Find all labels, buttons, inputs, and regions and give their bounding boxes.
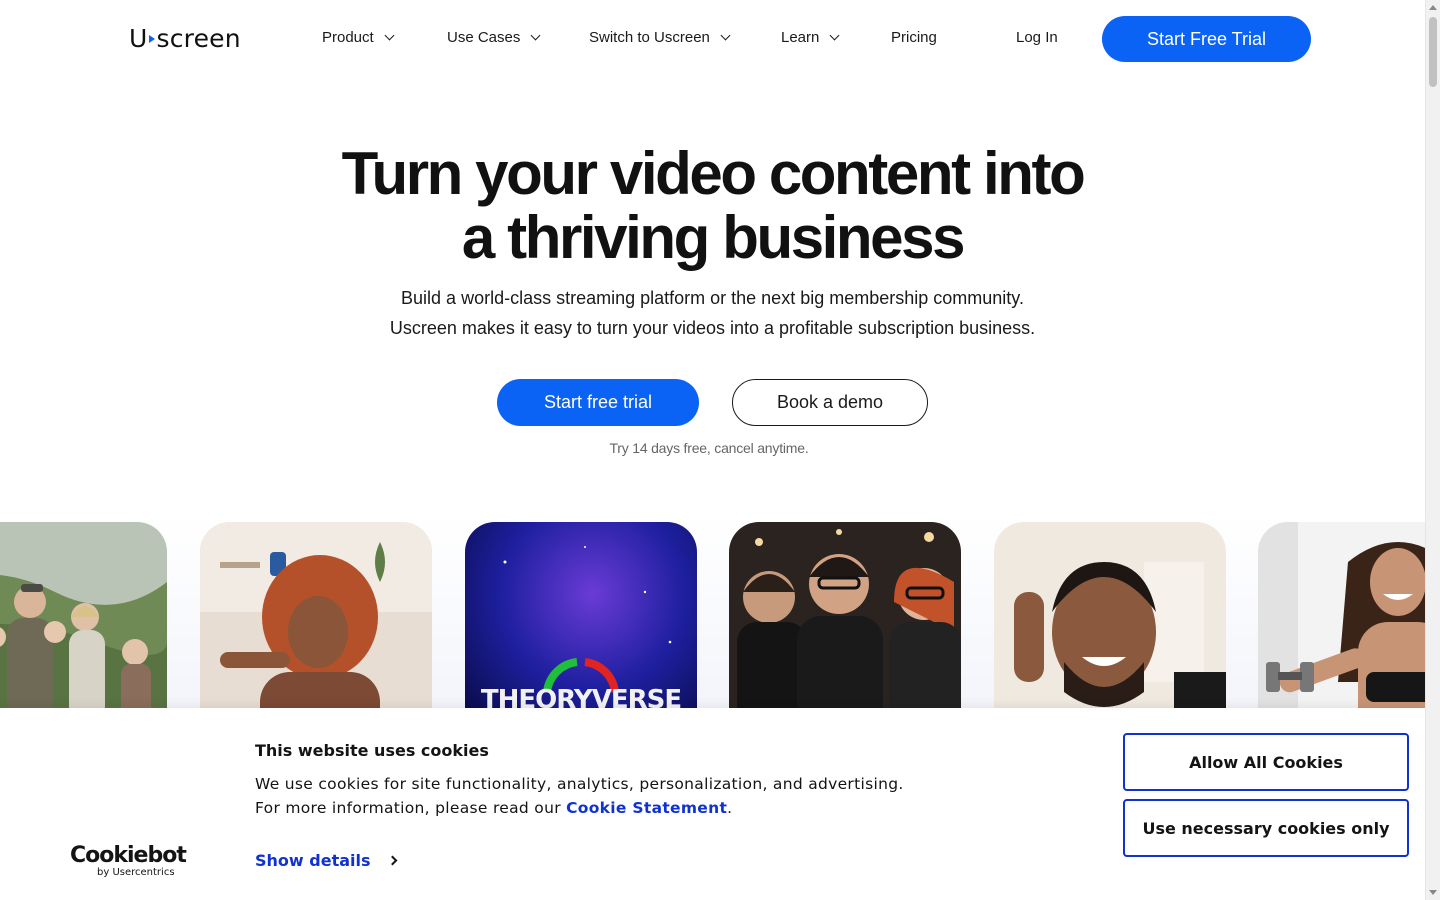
- carousel-card-woman[interactable]: [200, 522, 432, 708]
- cookie-text-prefix: For more information, please read our: [255, 799, 567, 817]
- nav-learn[interactable]: Learn: [781, 29, 840, 46]
- scroll-down-icon[interactable]: [1429, 890, 1437, 895]
- cookie-text-line: We use cookies for site functionality, a…: [255, 775, 904, 793]
- woman-portrait: [200, 522, 432, 708]
- start-free-trial-button[interactable]: Start Free Trial: [1102, 16, 1311, 62]
- carousel-card-man[interactable]: [994, 522, 1226, 708]
- chevron-down-icon: [530, 30, 541, 41]
- chevron-down-icon: [829, 30, 840, 41]
- book-demo-button[interactable]: Book a demo: [732, 379, 928, 426]
- carousel-card-fitness[interactable]: [1258, 522, 1425, 708]
- nav-label: Product: [322, 29, 374, 46]
- cookiebot-sub: by Usercentrics: [97, 867, 175, 878]
- page-scrollbar[interactable]: [1425, 0, 1440, 900]
- login-link[interactable]: Log In: [1016, 29, 1058, 46]
- theoryverse-label: THEORYVERSE: [481, 685, 681, 708]
- necessary-cookies-button[interactable]: Use necessary cookies only: [1123, 799, 1409, 857]
- logo-screen: screen: [156, 23, 241, 53]
- logo-u: U: [129, 23, 148, 53]
- hero-title-line: a thriving business: [461, 204, 966, 271]
- uscreen-logo[interactable]: Uscreen: [129, 23, 241, 53]
- show-details-label: Show details: [255, 851, 371, 870]
- hero-subtitle: Build a world-class streaming platform o…: [0, 283, 1425, 343]
- hero-title: Turn your video content into a thriving …: [0, 142, 1425, 270]
- fitness-woman-photo: [1258, 522, 1425, 708]
- carousel-card-theoryverse[interactable]: THEORYVERSE: [465, 522, 697, 708]
- cookie-statement-link[interactable]: Cookie Statement: [566, 799, 727, 817]
- scroll-up-icon[interactable]: [1429, 5, 1437, 10]
- carousel-card-family[interactable]: [0, 522, 167, 708]
- allow-all-cookies-button[interactable]: Allow All Cookies: [1123, 733, 1409, 791]
- carousel-card-hosts[interactable]: [729, 522, 961, 708]
- cookie-description: We use cookies for site functionality, a…: [255, 772, 904, 820]
- nav-pricing[interactable]: Pricing: [891, 29, 937, 46]
- cookie-banner: Cookiebot by Usercentrics This website u…: [0, 708, 1425, 900]
- cookie-text-line: For more information, please read our Co…: [255, 796, 904, 820]
- nav-label: Switch to Uscreen: [589, 29, 710, 46]
- trial-note: Try 14 days free, cancel anytime.: [609, 440, 809, 456]
- nav-label: Learn: [781, 29, 820, 46]
- hero-subtitle-line: Build a world-class streaming platform o…: [401, 288, 1024, 308]
- cookiebot-logo: Cookiebot by Usercentrics: [70, 843, 187, 878]
- three-hosts-photo: [729, 522, 961, 708]
- family-photo: [0, 522, 167, 708]
- hero-subtitle-line: Uscreen makes it easy to turn your video…: [389, 318, 1036, 338]
- start-free-trial-cta[interactable]: Start free trial: [497, 379, 699, 426]
- nav-product[interactable]: Product: [322, 29, 395, 46]
- nav-use-cases[interactable]: Use Cases: [447, 29, 541, 46]
- nav-switch-to-uscreen[interactable]: Switch to Uscreen: [589, 29, 731, 46]
- chevron-down-icon: [720, 30, 731, 41]
- hero-title-line: Turn your video content into: [341, 140, 1086, 207]
- nav-label: Pricing: [891, 29, 937, 46]
- show-details-link[interactable]: Show details: [255, 851, 397, 870]
- cookie-text-suffix: .: [727, 799, 733, 817]
- play-icon: [148, 35, 155, 43]
- cookie-title: This website uses cookies: [255, 741, 489, 760]
- creator-carousel: THEORYVERSE: [0, 512, 1425, 708]
- smiling-man-photo: [994, 522, 1226, 708]
- theoryverse-artwork: THEORYVERSE: [465, 522, 697, 708]
- chevron-down-icon: [384, 30, 395, 41]
- scroll-thumb[interactable]: [1429, 17, 1437, 87]
- chevron-right-icon: [387, 855, 397, 866]
- cookiebot-brand: Cookiebot: [70, 843, 187, 868]
- nav-label: Use Cases: [447, 29, 521, 46]
- site-header: Uscreen Product Use Cases Switch to Uscr…: [0, 0, 1425, 78]
